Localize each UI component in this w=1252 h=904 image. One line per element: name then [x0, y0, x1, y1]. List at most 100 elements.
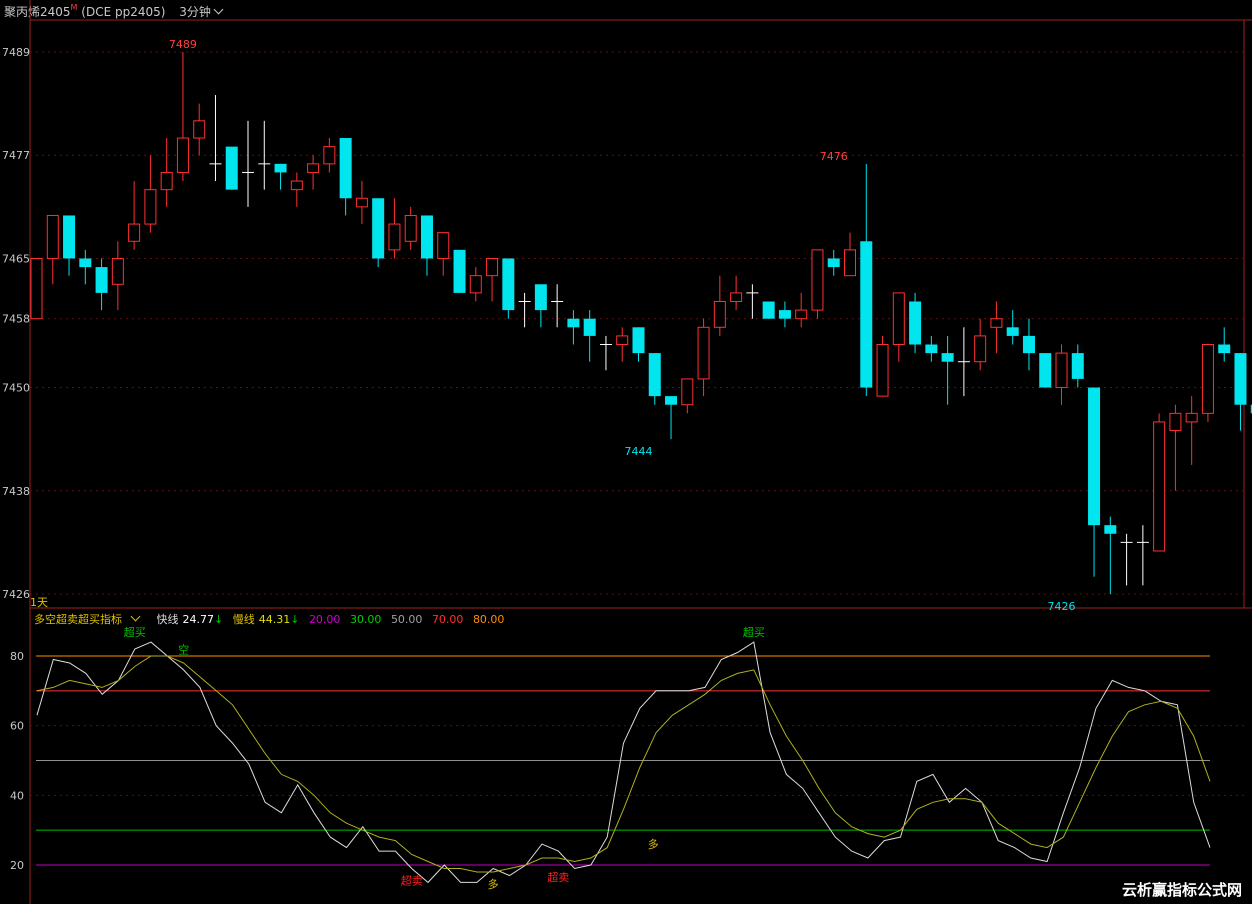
level-80: 80.00 [472, 613, 505, 626]
candle-body [616, 335, 629, 346]
candle-body [892, 292, 905, 346]
candle-body [974, 335, 987, 363]
candle-body [1055, 352, 1068, 389]
candle-body [583, 318, 596, 336]
slow-value: 44.31 [258, 613, 291, 626]
candle-body [63, 215, 76, 259]
candle-body [355, 197, 368, 208]
extreme-price-label: 7444 [624, 445, 652, 458]
osc-signal-label: 超卖 [401, 873, 423, 887]
osc-signal-label: 多 [648, 837, 659, 851]
candle-body [160, 171, 173, 191]
level-70: 70.00 [431, 613, 464, 626]
indicator-selector[interactable]: 多空超卖超买指标 [34, 611, 145, 626]
candle-body [990, 318, 1003, 328]
candle-body [323, 146, 336, 165]
fast-arrow: ↓ [214, 613, 224, 626]
candle-body [1104, 525, 1117, 534]
indicator-legend: 多空超卖超买指标 快线 24.77↓ 慢线 44.31↓ 20.00 30.00 5… [34, 611, 510, 627]
candle-body [1234, 353, 1247, 405]
candle-body [225, 146, 238, 190]
candle-body [193, 120, 206, 139]
price-tick-label: 7450 [2, 382, 30, 395]
osc-signal-label: 超买 [124, 625, 146, 639]
candle-body [1169, 412, 1182, 432]
fast-value: 24.77 [182, 613, 215, 626]
osc-signal-label: 超买 [743, 625, 765, 639]
osc-signal-label: 超卖 [547, 870, 569, 884]
price-tick-label: 7489 [2, 46, 30, 59]
osc-signal-label: 空 [178, 642, 189, 656]
candle-body [420, 215, 433, 259]
indicator-name: 多空超卖超买指标 [34, 613, 122, 626]
chart-canvas[interactable]: 7489 7477 7465 7458 7450 7438 7426 7489 7476 7444… [0, 0, 1252, 904]
candle-body [469, 275, 482, 294]
slow-line [36, 655, 1211, 873]
price-tick-label: 7438 [2, 485, 30, 498]
candle-body [632, 327, 645, 354]
candle-body [762, 301, 775, 319]
candle-body [713, 300, 726, 328]
candle-body [1201, 344, 1214, 414]
candle-body [79, 258, 92, 268]
price-tick-label: 7477 [2, 149, 30, 162]
candle-body [1071, 353, 1084, 379]
candle-body [941, 353, 954, 362]
osc-tick-label: 20 [10, 859, 24, 872]
extreme-price-label: 7476 [820, 150, 848, 163]
watermark: 云析赢指标公式网 [1121, 881, 1242, 899]
candle-body [46, 214, 59, 259]
price-tick-label: 7458 [2, 313, 30, 326]
candle-body [144, 189, 157, 225]
osc-tick-label: 40 [10, 789, 24, 802]
level-50: 50.00 [390, 613, 423, 626]
candle-body [1006, 327, 1019, 336]
candle-body [307, 163, 320, 173]
candle-body [95, 267, 108, 293]
osc-tick-label: 80 [10, 650, 24, 663]
extreme-price-label: 7489 [169, 38, 197, 51]
candle-body [876, 344, 889, 397]
fast-label: 快线 [156, 613, 179, 626]
osc-signal-label: 多 [488, 877, 499, 891]
candle-body [860, 241, 873, 388]
candle-body [909, 301, 922, 345]
candle-body [1039, 353, 1052, 388]
candle-body [30, 257, 43, 320]
candle-body [388, 223, 401, 251]
slow-label: 慢线 [232, 613, 255, 626]
candle-body [925, 344, 938, 354]
candle-body [534, 284, 547, 311]
candle-body [453, 249, 466, 293]
candle-body [404, 214, 417, 242]
candle-body [567, 318, 580, 328]
price-tick-label: 7465 [2, 252, 30, 265]
candle-body [1088, 387, 1101, 526]
candle-body [1185, 412, 1198, 423]
level-20: 20.00 [308, 613, 341, 626]
candle-body [827, 258, 840, 268]
candle-body [778, 310, 791, 319]
fast-line [36, 641, 1211, 884]
chevron-down-icon [130, 611, 141, 622]
candle-body [795, 309, 808, 320]
candle-body [844, 249, 856, 277]
candle-body [176, 137, 189, 173]
candle-body [274, 163, 287, 173]
candle-body [437, 232, 450, 259]
candle-body [290, 180, 303, 191]
price-tick-label: 7426 [2, 588, 30, 601]
extreme-price-label: 7426 [1048, 600, 1076, 613]
candle-body [486, 257, 499, 277]
candle-body [697, 326, 710, 380]
timeframe-label: 1天 [30, 596, 48, 609]
candle-body [811, 249, 824, 311]
candle-body [1153, 421, 1166, 552]
candle-body [1022, 335, 1035, 354]
candle-body [681, 378, 694, 406]
slow-arrow: ↓ [290, 613, 300, 626]
candle-body [1218, 344, 1231, 354]
candle-body [128, 223, 141, 242]
candle-body [648, 353, 661, 397]
candle-body [111, 257, 124, 285]
